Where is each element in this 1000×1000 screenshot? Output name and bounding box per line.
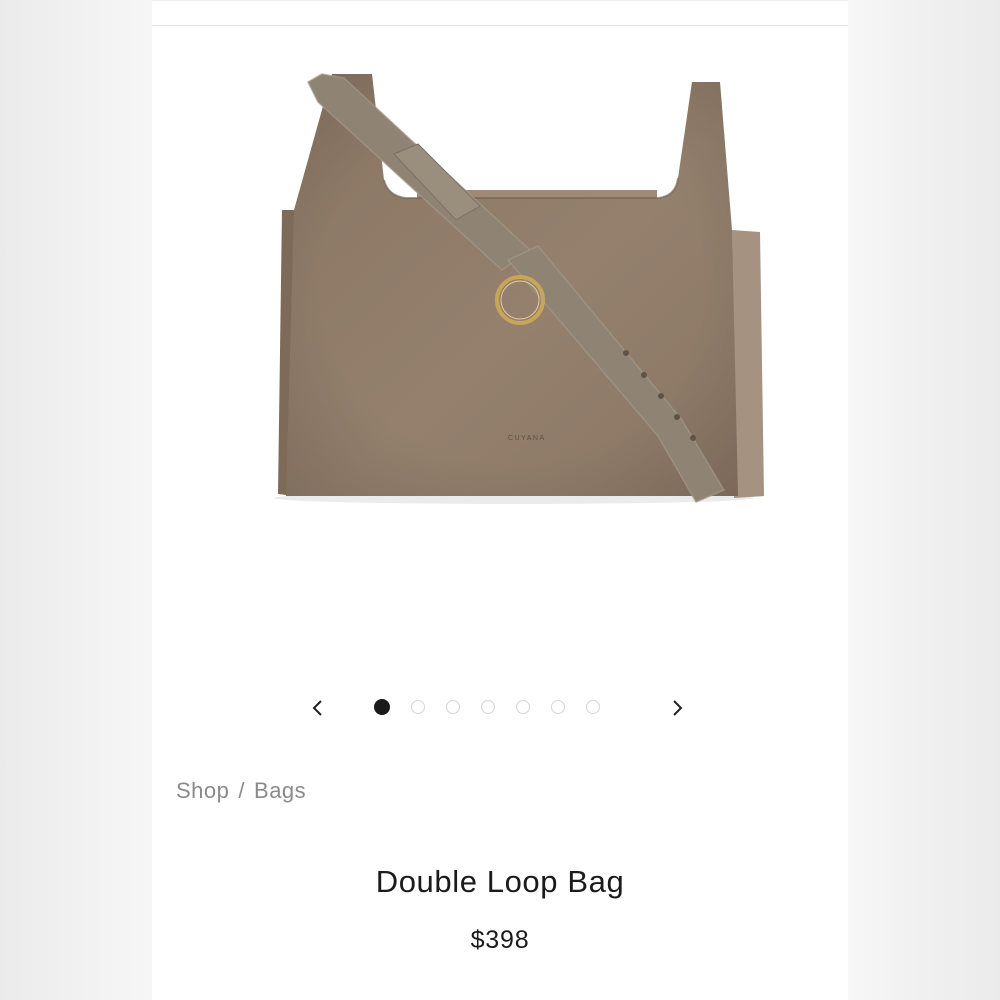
- carousel-dot[interactable]: [411, 700, 425, 714]
- chevron-right-icon[interactable]: [663, 694, 691, 722]
- breadcrumb: Shop / Bags: [176, 778, 306, 804]
- carousel-dot[interactable]: [551, 700, 565, 714]
- carousel-dot[interactable]: [586, 700, 600, 714]
- carousel-dot[interactable]: [446, 700, 460, 714]
- product-title: Double Loop Bag: [375, 864, 625, 899]
- brand-stamp: CUYANA: [508, 435, 546, 442]
- product-price: $398: [470, 926, 530, 954]
- breadcrumb-shop-link[interactable]: Shop: [176, 778, 229, 804]
- background-right: [848, 0, 1000, 1000]
- carousel-dot[interactable]: [374, 699, 390, 715]
- header-divider: [152, 25, 848, 26]
- carousel-dots: [374, 699, 600, 716]
- chevron-left-icon[interactable]: [304, 694, 332, 722]
- image-carousel: [152, 690, 848, 726]
- breadcrumb-separator: /: [238, 778, 246, 803]
- top-rule: [152, 0, 848, 1]
- product-image[interactable]: CUYANA: [212, 60, 792, 520]
- breadcrumb-bags-link[interactable]: Bags: [254, 778, 306, 804]
- carousel-dot[interactable]: [516, 700, 530, 714]
- bag-illustration: CUYANA: [274, 73, 764, 504]
- product-page: CUYANA Shop / Bags Double Loop Bag $398: [152, 0, 848, 1000]
- background-left: [0, 0, 152, 1000]
- carousel-dot[interactable]: [481, 700, 495, 714]
